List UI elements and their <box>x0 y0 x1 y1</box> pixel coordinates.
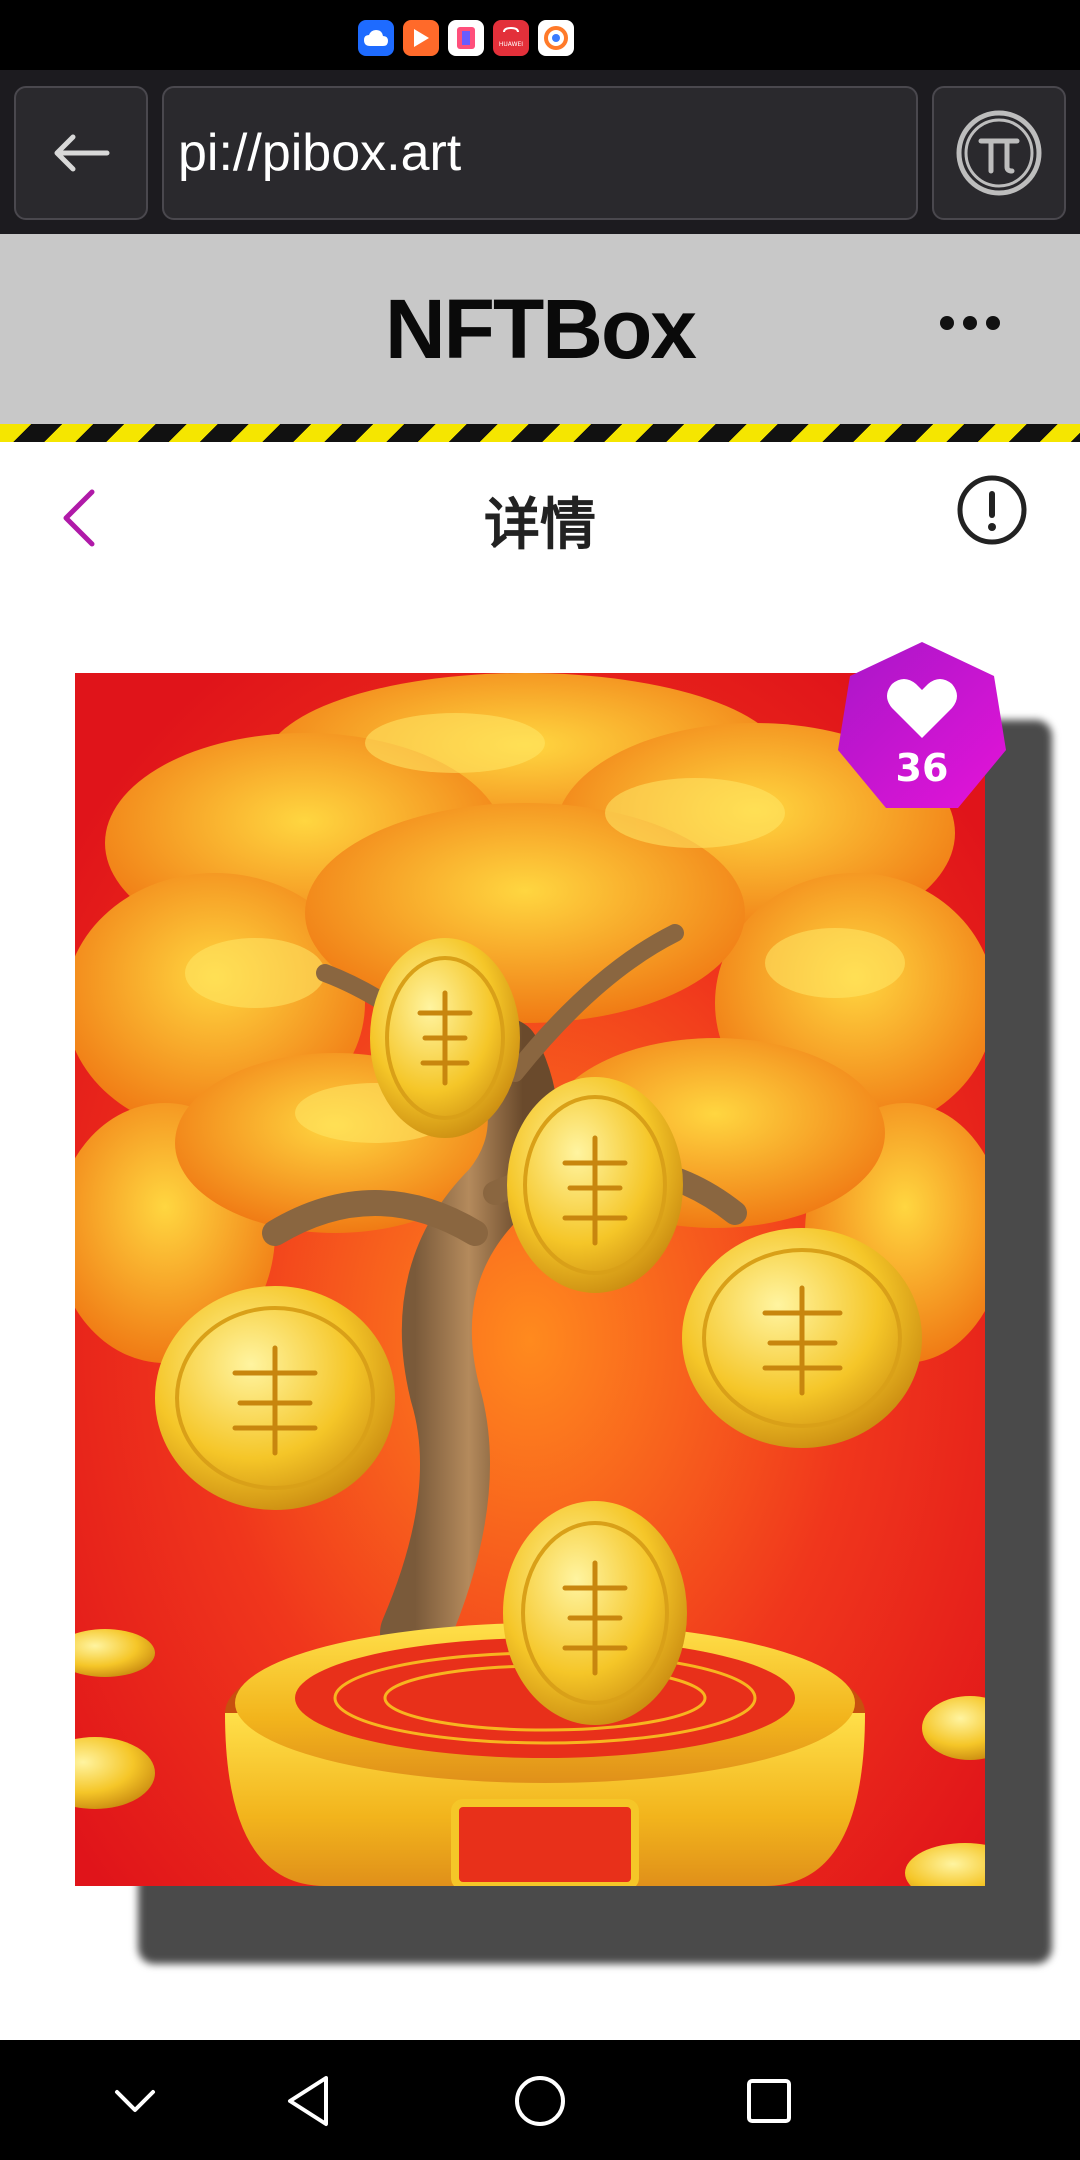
money-tree-artwork <box>75 673 985 1886</box>
collapse-icon[interactable] <box>100 2066 170 2136</box>
hazard-stripe-divider <box>0 424 1080 442</box>
status-bar: HUAWEI <box>0 0 1080 70</box>
app-header: NFTBox <box>0 234 1080 424</box>
huawei-store-icon: HUAWEI <box>493 20 529 56</box>
huawei-label: HUAWEI <box>499 41 523 48</box>
arrow-left-icon <box>54 134 110 172</box>
reader-app-icon <box>448 20 484 56</box>
page-title: 详情 <box>484 493 596 558</box>
cloud-app-icon <box>358 20 394 56</box>
status-notification-icons: HUAWEI <box>358 20 574 56</box>
pi-wallet-button[interactable] <box>932 86 1066 220</box>
like-count: 36 <box>895 746 949 790</box>
pi-logo-icon <box>956 110 1042 196</box>
browser-app-icon <box>538 20 574 56</box>
video-app-icon <box>403 20 439 56</box>
info-report-icon[interactable] <box>956 474 1028 546</box>
recents-square-icon[interactable] <box>734 2066 804 2136</box>
back-triangle-icon[interactable] <box>274 2066 344 2136</box>
more-options-icon[interactable] <box>940 316 1000 330</box>
system-navigation-bar <box>0 2040 1080 2160</box>
nft-artwork-image[interactable] <box>75 673 985 1886</box>
detail-page: 详情 36 <box>0 442 1080 2040</box>
url-text: pi://pibox.art <box>178 124 462 182</box>
browser-back-button[interactable] <box>14 86 148 220</box>
home-circle-icon[interactable] <box>505 2066 575 2136</box>
app-title: NFTBox <box>385 282 697 376</box>
url-bar[interactable]: pi://pibox.art <box>162 86 918 220</box>
browser-bar: pi://pibox.art <box>0 70 1080 234</box>
